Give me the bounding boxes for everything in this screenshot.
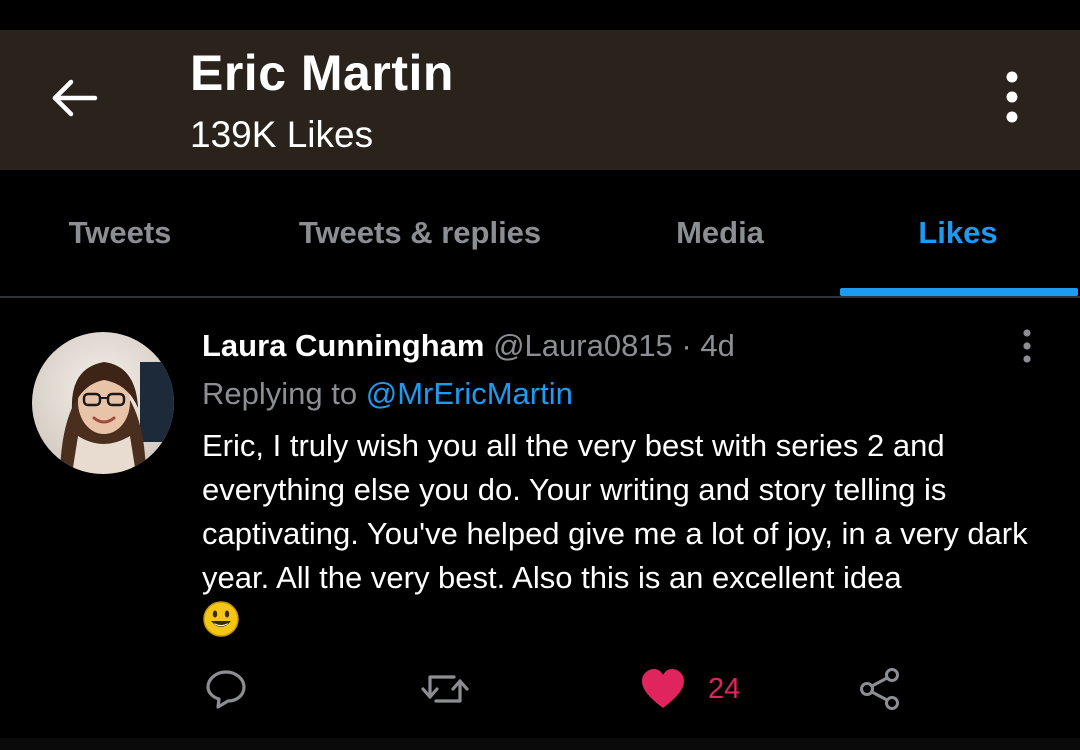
like-button[interactable]: 24 — [640, 664, 740, 714]
tweet-timestamp[interactable]: 4d — [700, 328, 734, 363]
vertical-dots-icon — [1006, 71, 1018, 123]
vertical-dots-icon — [1023, 329, 1031, 363]
replying-to-line: Replying to @MrEricMartin — [202, 376, 573, 412]
tweet-text-content: Eric, I truly wish you all the very best… — [202, 428, 1028, 595]
likes-count-subtitle: 139K Likes — [190, 114, 374, 155]
tweet-header: Laura Cunningham @Laura0815 · 4d — [202, 328, 735, 364]
tab-tweets[interactable]: Tweets — [30, 170, 210, 296]
share-button[interactable] — [858, 664, 902, 714]
back-button[interactable] — [44, 68, 104, 128]
retweet-icon — [421, 675, 469, 703]
tab-tweets-and-replies[interactable]: Tweets & replies — [270, 170, 570, 296]
page-title: Eric Martin — [190, 45, 454, 101]
profile-tabs: Tweets Tweets & replies Media Likes — [0, 170, 1080, 296]
replying-to-label: Replying to — [202, 376, 358, 411]
status-bar-area — [0, 0, 1080, 30]
like-count: 24 — [708, 672, 741, 705]
share-icon — [860, 668, 899, 710]
author-handle[interactable]: @Laura0815 — [493, 328, 673, 363]
smiley-emoji-icon — [203, 601, 239, 637]
retweet-button[interactable] — [420, 664, 470, 714]
feed-bottom-edge — [0, 738, 1080, 750]
reply-bubble-icon — [206, 670, 246, 709]
more-options-button[interactable] — [990, 68, 1034, 126]
meta-separator: · — [681, 328, 692, 363]
heart-icon — [642, 669, 684, 708]
active-tab-indicator — [840, 288, 1078, 296]
tweet-more-button[interactable] — [1010, 326, 1044, 366]
reply-button[interactable] — [204, 664, 248, 714]
tweet-card[interactable]: Laura Cunningham @Laura0815 · 4d Replyin… — [0, 298, 1080, 750]
tweet-actions: 24 — [0, 658, 1080, 718]
tweet-text: Eric, I truly wish you all the very best… — [202, 424, 1042, 644]
arrow-left-icon — [52, 79, 98, 117]
avatar[interactable] — [32, 332, 174, 474]
profile-header: Eric Martin 139K Likes — [0, 30, 1080, 170]
tab-media[interactable]: Media — [620, 170, 820, 296]
replying-to-handle-link[interactable]: @MrEricMartin — [366, 376, 573, 411]
author-name[interactable]: Laura Cunningham — [202, 328, 484, 363]
tab-likes[interactable]: Likes — [860, 170, 1056, 296]
